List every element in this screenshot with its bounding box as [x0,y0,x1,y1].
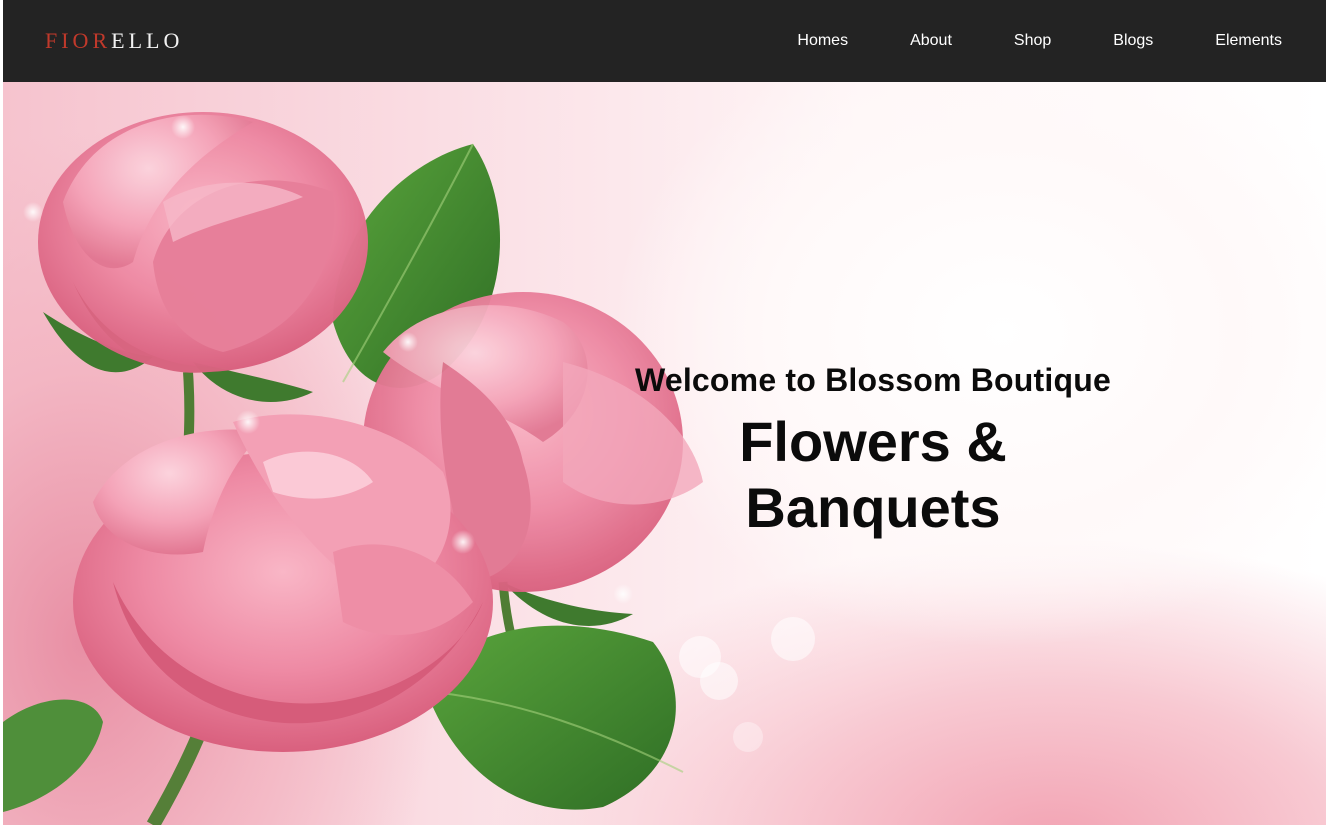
bokeh-light [733,722,763,752]
rose-bottom [73,414,493,752]
logo-main-text: ELLO [111,28,184,53]
sparkle [23,202,43,222]
sparkle [613,584,633,604]
logo-accent-text: FIOR [45,28,112,53]
nav-link-homes[interactable]: Homes [797,32,848,50]
nav-link-shop[interactable]: Shop [1014,32,1051,50]
main-nav: Homes About Shop Blogs Elements [797,32,1282,50]
top-navbar: FIORELLO Homes About Shop Blogs Elements [3,0,1326,82]
sparkle [236,410,260,434]
sparkle [171,115,195,139]
bokeh-light [771,617,815,661]
leaf-shape [3,699,103,812]
hero-subtitle: Welcome to Blossom Boutique [635,362,1111,398]
hero-title: Flowers & Banquets [739,410,1007,539]
hero-text-block: Welcome to Blossom Boutique Flowers & Ba… [613,362,1133,541]
nav-link-blogs[interactable]: Blogs [1113,32,1153,50]
hero-banner: Welcome to Blossom Boutique Flowers & Ba… [3,82,1326,825]
nav-link-about[interactable]: About [910,32,952,50]
brand-logo[interactable]: FIORELLO [45,28,183,54]
nav-link-elements[interactable]: Elements [1215,32,1282,50]
rose-top [38,112,368,373]
sparkle [451,530,475,554]
sparkle [398,332,418,352]
page: FIORELLO Homes About Shop Blogs Elements [0,0,1326,825]
